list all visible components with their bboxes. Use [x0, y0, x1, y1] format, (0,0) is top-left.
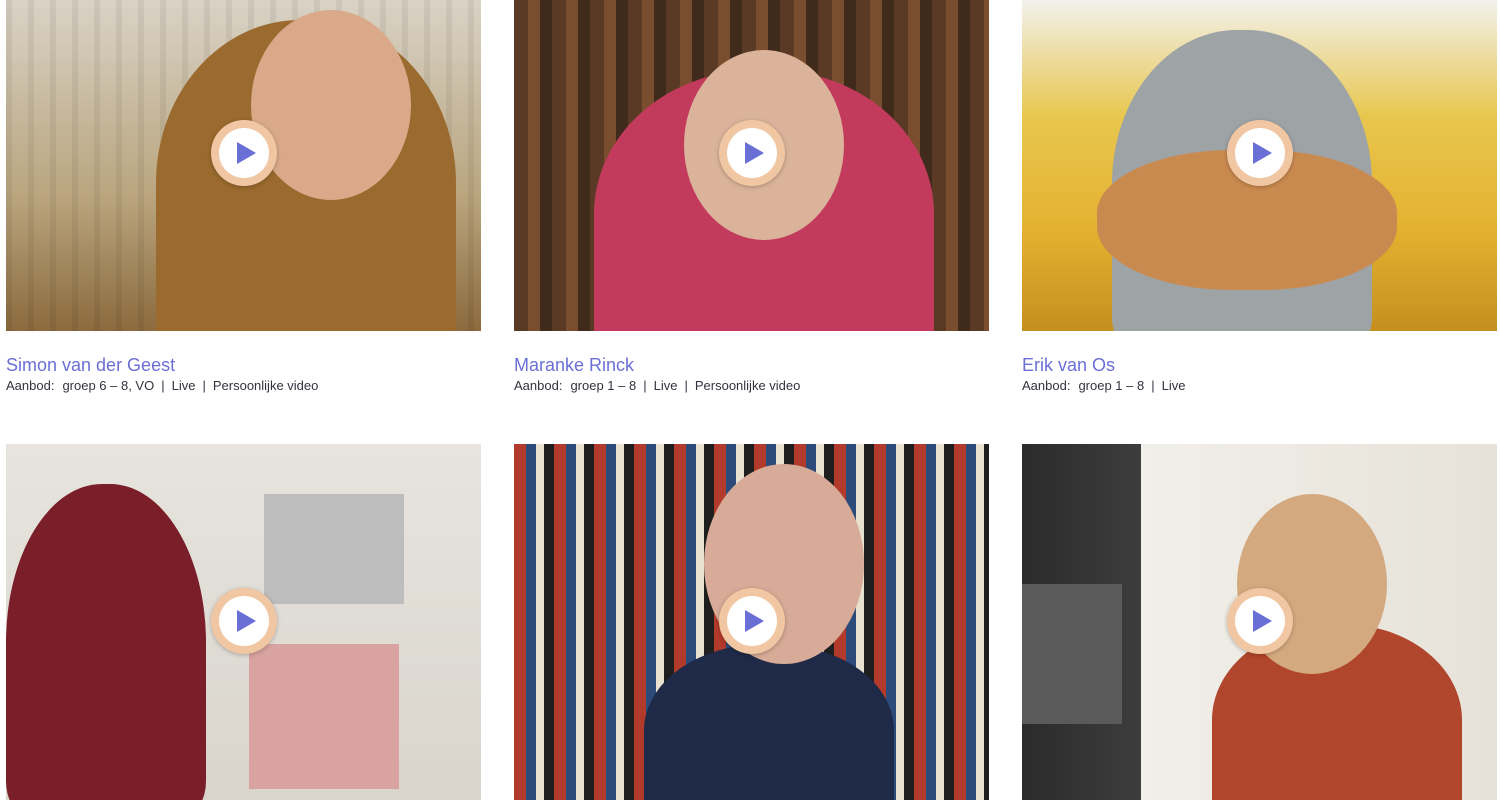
separator: |	[684, 378, 688, 393]
offer-item: groep 1 – 8	[570, 378, 637, 393]
author-offer: Aanbod: groep 6 – 8, VO | Live | Persoonlijke…	[6, 378, 318, 393]
drawing	[249, 644, 399, 789]
video-thumbnail[interactable]	[1022, 444, 1497, 800]
play-button[interactable]	[1226, 120, 1293, 186]
offer-item: Live	[653, 378, 678, 393]
author-name-link[interactable]: Erik van Os	[1022, 355, 1115, 376]
play-button[interactable]	[718, 588, 785, 654]
offer-label: Aanbod:	[6, 378, 55, 393]
author-card	[6, 444, 481, 800]
video-thumbnail[interactable]	[514, 0, 989, 331]
play-icon	[744, 610, 764, 632]
offer-item: Persoonlijke video	[694, 378, 801, 393]
video-thumbnail[interactable]	[6, 444, 481, 800]
author-video-grid: Simon van der Geest Aanbod: groep 6 – 8, …	[0, 0, 1500, 801]
video-thumbnail[interactable]	[6, 0, 481, 331]
separator: |	[161, 378, 165, 393]
play-button[interactable]	[210, 588, 277, 654]
video-thumbnail[interactable]	[514, 444, 989, 800]
author-name-link[interactable]: Simon van der Geest	[6, 355, 175, 376]
monitor	[1022, 584, 1122, 724]
play-icon	[236, 142, 256, 164]
author-card: Erik van Os Aanbod: groep 1 – 8 | Live	[1022, 0, 1497, 393]
offer-item: groep 6 – 8, VO	[62, 378, 155, 393]
drawing	[264, 494, 404, 604]
author-offer: Aanbod: groep 1 – 8 | Live | Persoonlijke vid…	[514, 378, 800, 393]
video-thumbnail[interactable]	[1022, 0, 1497, 331]
offer-item: groep 1 – 8	[1078, 378, 1145, 393]
author-card: Simon van der Geest Aanbod: groep 6 – 8, …	[6, 0, 481, 393]
separator: |	[1151, 378, 1155, 393]
play-icon	[236, 610, 256, 632]
author-name-link[interactable]: Maranke Rinck	[514, 355, 634, 376]
play-button[interactable]	[718, 120, 785, 186]
author-offer: Aanbod: groep 1 – 8 | Live	[1022, 378, 1185, 393]
author-card	[1022, 444, 1497, 800]
offer-label: Aanbod:	[1022, 378, 1071, 393]
play-button[interactable]	[210, 120, 277, 186]
separator: |	[202, 378, 206, 393]
author-card: Maranke Rinck Aanbod: groep 1 – 8 | Live | Pe…	[514, 0, 989, 393]
offer-item: Live	[1161, 378, 1186, 393]
author-card	[514, 444, 989, 800]
offer-item: Live	[171, 378, 196, 393]
play-icon	[1252, 610, 1272, 632]
offer-item: Persoonlijke video	[212, 378, 319, 393]
play-icon	[744, 142, 764, 164]
separator: |	[643, 378, 647, 393]
play-icon	[1252, 142, 1272, 164]
play-button[interactable]	[1226, 588, 1293, 654]
offer-label: Aanbod:	[514, 378, 563, 393]
